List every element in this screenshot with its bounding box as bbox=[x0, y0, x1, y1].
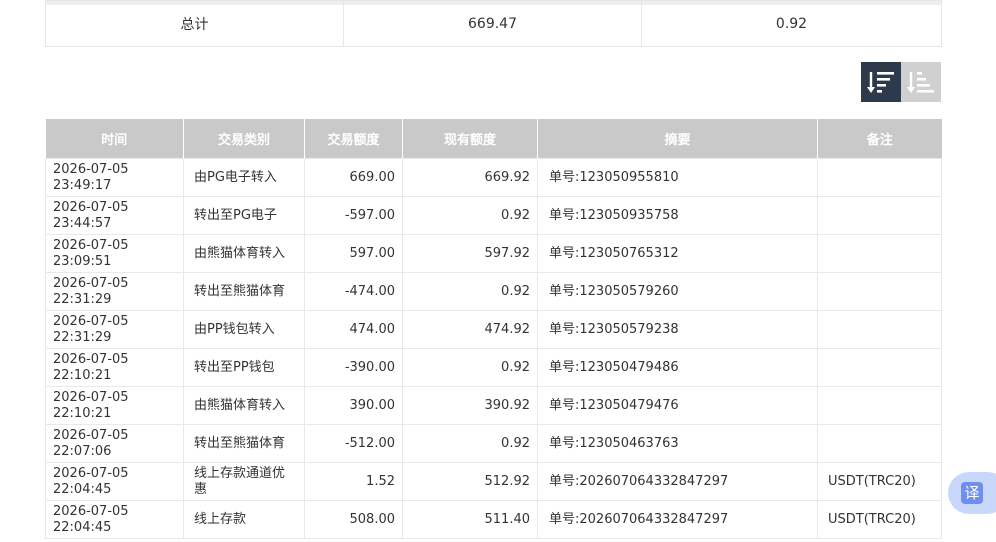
column-header-note: 备注 bbox=[817, 119, 942, 159]
cell-amount: 508.00 bbox=[304, 500, 403, 539]
translate-icon: 译 bbox=[961, 482, 983, 504]
cell-amount: 669.00 bbox=[304, 158, 403, 197]
column-header-balance: 现有额度 bbox=[402, 119, 538, 159]
cell-category: 由PP钱包转入 bbox=[183, 310, 305, 349]
cell-time: 2026-07-05 23:44:57 bbox=[45, 196, 184, 235]
table-header-row: 时间 交易类别 交易额度 现有额度 摘要 备注 bbox=[45, 119, 942, 159]
cell-note bbox=[817, 234, 942, 273]
cell-note bbox=[817, 348, 942, 387]
cell-memo: 单号:123050463763 bbox=[537, 424, 818, 463]
cell-balance: 0.92 bbox=[402, 348, 538, 387]
table-row: 2026-07-05 22:07:06 转出至熊猫体育 -512.00 0.92… bbox=[45, 424, 942, 463]
cell-amount: 474.00 bbox=[304, 310, 403, 349]
cell-memo: 单号:202607064332847297 bbox=[537, 462, 818, 501]
column-header-memo: 摘要 bbox=[537, 119, 818, 159]
cell-time: 2026-07-05 22:10:21 bbox=[45, 348, 184, 387]
cell-note bbox=[817, 272, 942, 311]
cell-note bbox=[817, 310, 942, 349]
cell-time: 2026-07-05 22:10:21 bbox=[45, 386, 184, 425]
table-row: 2026-07-05 23:49:17 由PG电子转入 669.00 669.9… bbox=[45, 158, 942, 197]
cell-note bbox=[817, 158, 942, 197]
summary-row: 总计 669.47 0.92 bbox=[45, 0, 942, 47]
column-header-time: 时间 bbox=[45, 119, 184, 159]
cell-category: 转出至熊猫体育 bbox=[183, 272, 305, 311]
cell-category: 线上存款通道优惠 bbox=[183, 462, 305, 501]
table-row: 2026-07-05 22:31:29 转出至熊猫体育 -474.00 0.92… bbox=[45, 272, 942, 311]
cell-memo: 单号:123050955810 bbox=[537, 158, 818, 197]
cell-time: 2026-07-05 22:07:06 bbox=[45, 424, 184, 463]
cell-balance: 597.92 bbox=[402, 234, 538, 273]
sort-descending-icon bbox=[867, 72, 894, 93]
cell-balance: 474.92 bbox=[402, 310, 538, 349]
transaction-records-page: 总计 669.47 0.92 时间 交易类别 交易额度 现有额度 摘要 备注 2… bbox=[0, 0, 996, 542]
translate-button[interactable]: 译 bbox=[948, 472, 996, 514]
cell-category: 转出至PP钱包 bbox=[183, 348, 305, 387]
cell-amount: 1.52 bbox=[304, 462, 403, 501]
table-row: 2026-07-05 22:10:21 由熊猫体育转入 390.00 390.9… bbox=[45, 386, 942, 425]
column-header-amount: 交易额度 bbox=[304, 119, 403, 159]
cell-memo: 单号:123050479476 bbox=[537, 386, 818, 425]
sort-ascending-icon bbox=[907, 72, 934, 93]
cell-time: 2026-07-05 23:09:51 bbox=[45, 234, 184, 273]
cell-balance: 511.40 bbox=[402, 500, 538, 539]
cell-category: 线上存款 bbox=[183, 500, 305, 539]
cell-time: 2026-07-05 22:04:45 bbox=[45, 462, 184, 501]
cell-memo: 单号:202607064332847297 bbox=[537, 500, 818, 539]
cell-memo: 单号:123050479486 bbox=[537, 348, 818, 387]
cell-memo: 单号:123050935758 bbox=[537, 196, 818, 235]
summary-balance: 0.92 bbox=[641, 0, 942, 47]
cell-amount: 597.00 bbox=[304, 234, 403, 273]
transaction-table: 时间 交易类别 交易额度 现有额度 摘要 备注 2026-07-05 23:49… bbox=[45, 119, 942, 539]
summary-label: 总计 bbox=[45, 0, 344, 47]
table-row: 2026-07-05 23:09:51 由熊猫体育转入 597.00 597.9… bbox=[45, 234, 942, 273]
summary-table: 总计 669.47 0.92 bbox=[45, 0, 942, 47]
cell-memo: 单号:123050579238 bbox=[537, 310, 818, 349]
cell-amount: -597.00 bbox=[304, 196, 403, 235]
cell-category: 转出至熊猫体育 bbox=[183, 424, 305, 463]
cell-amount: -512.00 bbox=[304, 424, 403, 463]
cell-amount: 390.00 bbox=[304, 386, 403, 425]
cell-balance: 0.92 bbox=[402, 272, 538, 311]
cell-note bbox=[817, 196, 942, 235]
sort-ascending-button[interactable] bbox=[901, 62, 941, 102]
cell-amount: -390.00 bbox=[304, 348, 403, 387]
cell-note bbox=[817, 386, 942, 425]
table-row: 2026-07-05 22:04:45 线上存款通道优惠 1.52 512.92… bbox=[45, 462, 942, 501]
summary-amount: 669.47 bbox=[343, 0, 642, 47]
cell-category: 由熊猫体育转入 bbox=[183, 386, 305, 425]
table-row: 2026-07-05 23:44:57 转出至PG电子 -597.00 0.92… bbox=[45, 196, 942, 235]
cell-balance: 0.92 bbox=[402, 424, 538, 463]
cell-note: USDT(TRC20) bbox=[817, 500, 942, 539]
cell-time: 2026-07-05 23:49:17 bbox=[45, 158, 184, 197]
cell-balance: 669.92 bbox=[402, 158, 538, 197]
cell-time: 2026-07-05 22:31:29 bbox=[45, 272, 184, 311]
cell-memo: 单号:123050579260 bbox=[537, 272, 818, 311]
cell-balance: 0.92 bbox=[402, 196, 538, 235]
cell-balance: 390.92 bbox=[402, 386, 538, 425]
cell-amount: -474.00 bbox=[304, 272, 403, 311]
cell-balance: 512.92 bbox=[402, 462, 538, 501]
table-row: 2026-07-05 22:04:45 线上存款 508.00 511.40 单… bbox=[45, 500, 942, 539]
column-header-category: 交易类别 bbox=[183, 119, 305, 159]
cell-category: 由PG电子转入 bbox=[183, 158, 305, 197]
table-row: 2026-07-05 22:10:21 转出至PP钱包 -390.00 0.92… bbox=[45, 348, 942, 387]
cell-note bbox=[817, 424, 942, 463]
table-row: 2026-07-05 22:31:29 由PP钱包转入 474.00 474.9… bbox=[45, 310, 942, 349]
cell-memo: 单号:123050765312 bbox=[537, 234, 818, 273]
cell-category: 转出至PG电子 bbox=[183, 196, 305, 235]
cell-time: 2026-07-05 22:04:45 bbox=[45, 500, 184, 539]
cell-category: 由熊猫体育转入 bbox=[183, 234, 305, 273]
cell-note: USDT(TRC20) bbox=[817, 462, 942, 501]
sort-descending-button[interactable] bbox=[861, 62, 901, 102]
cell-time: 2026-07-05 22:31:29 bbox=[45, 310, 184, 349]
